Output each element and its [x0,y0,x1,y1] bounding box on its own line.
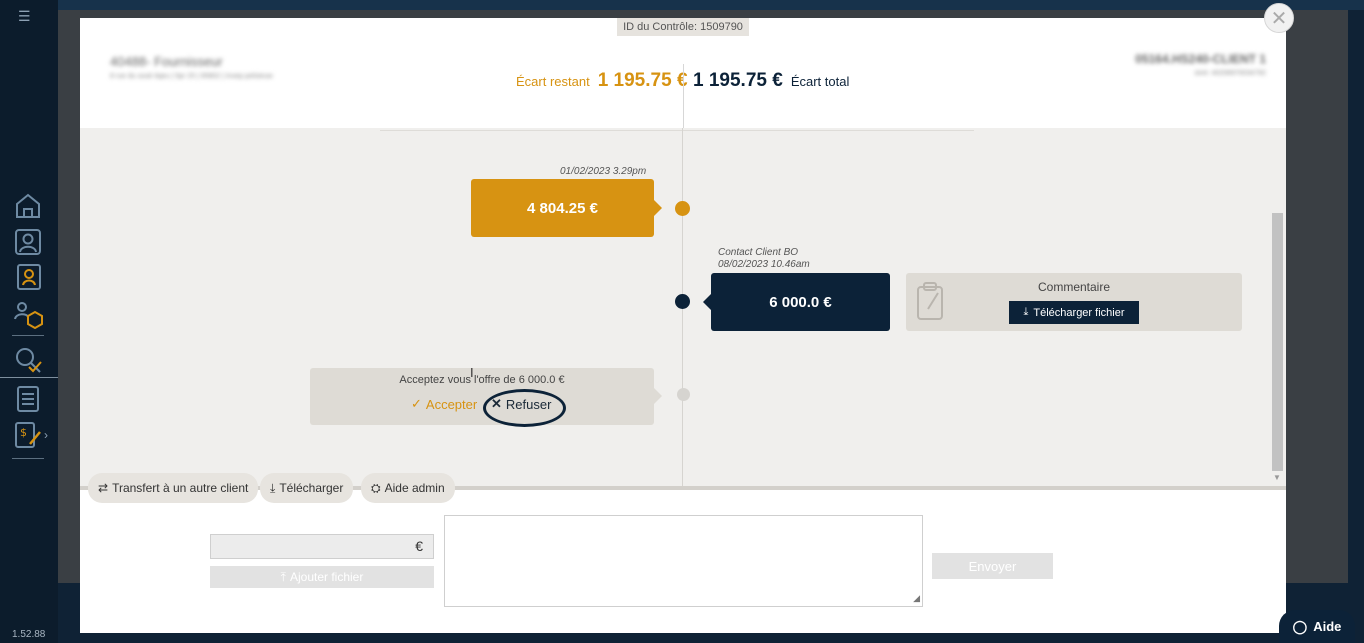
client-siret: siret: 40208970034792 [1194,70,1266,77]
negotiation-timeline[interactable]: 01/02/2023 3.29pm 4 804.25 € Contact Cli… [80,128,1286,488]
transfer-client-button[interactable]: ⇄ Transfert à un autre client [88,473,259,503]
ecart-restant: Écart restant 1 195.75 € [516,70,688,92]
comment-title: Commentaire [1037,280,1111,294]
highlight-ring [483,389,566,427]
close-modal-button[interactable]: ✕ [1264,3,1294,33]
handshake-icon: ⛭ [371,480,381,495]
close-icon: ✕ [1270,7,1288,30]
ecart-restant-label: Écart restant [516,74,590,89]
ecart-total: 1 195.75 € Écart total [693,70,849,92]
scroll-down-arrow[interactable]: ▼ [1273,473,1281,482]
supplier-address: 8 rue du souk tiqeu | 5pr 25 | 95802 | I… [110,73,273,80]
timeline-dot-client [675,294,690,309]
timeline-top-rule [380,130,974,131]
contacts-icon[interactable] [13,262,43,292]
client-name: 05164.HS240-CLIENT 1 [1135,52,1266,66]
control-modal: ID du Contrôle: 1509790 40488- Fournisse… [80,18,1286,633]
entry2-timestamp: 08/02/2023 10.46am [718,259,810,270]
ecart-restant-value: 1 195.75 € [597,70,688,91]
app-version: 1.52.88 [12,629,46,640]
accept-label: Accepter [425,396,478,412]
supplier-info: 40488- Fournisseur 8 rue du souk tiqeu |… [110,54,273,80]
page-header-strip [58,0,1364,10]
offer-response-card: Acceptez vous l'offre de 6 000.0 € ✓ Acc… [310,368,662,425]
currency-symbol: € [415,538,423,554]
search-check-icon[interactable] [13,345,43,375]
client-info: 05164.HS240-CLIENT 1 siret: 402089700347… [1135,52,1266,77]
download-label: Télécharger [279,481,344,495]
client-offer-amount: 6 000.0 € [769,293,832,311]
svg-text:$: $ [20,426,27,439]
scrollbar-thumb[interactable] [1272,213,1283,471]
download-file-button[interactable]: ⤓ Télécharger fichier [1009,301,1139,324]
accept-button[interactable]: ✓ Accepter [411,396,477,412]
left-sidebar: ☰ $ › 1.52.88 [0,0,58,643]
chevron-right-icon[interactable]: › [44,428,48,442]
offer-question: Acceptez vous l'offre de 6 000.0 € [399,374,565,386]
list-icon[interactable] [13,384,43,414]
text-cursor-icon: I [470,365,474,380]
user-icon[interactable] [13,227,43,257]
upload-icon: ⤒ [280,569,286,584]
supplier-offer-amount: 4 804.25 € [527,199,598,217]
ecart-total-label: Écart total [790,74,850,89]
nav-divider [12,335,44,336]
client-offer-bubble: 6 000.0 € [703,273,890,331]
timeline-dot-supplier [675,201,690,216]
resize-handle-icon[interactable]: ◢ [913,593,920,604]
ecart-total-value: 1 195.75 € [693,70,783,91]
admin-help-button[interactable]: ⛭ Aide admin [361,473,455,503]
header-separator [683,64,684,128]
transfer-label: Transfert à un autre client [112,481,249,495]
message-textarea[interactable]: ◢ [444,515,923,607]
supplier-offer-bubble: 4 804.25 € [471,179,662,237]
help-label: Aide [1313,619,1342,634]
amount-input[interactable]: € [210,534,434,559]
comment-card: Commentaire ⤓ Télécharger fichier [906,273,1242,331]
check-icon: ✓ [411,396,422,411]
entry1-timestamp: 01/02/2023 3.29pm [560,166,647,177]
download-icon: ⤓ [1023,306,1029,318]
timeline-dot-pending [677,388,690,401]
entry2-author: Contact Client BO [718,247,799,258]
download-icon: ⤓ [270,480,276,495]
home-icon[interactable] [13,191,43,221]
control-id-badge: ID du Contrôle: 1509790 [617,18,749,36]
download-button[interactable]: ⤓ Télécharger [260,473,354,503]
supplier-box-icon[interactable] [13,299,43,330]
add-file-button[interactable]: ⤒ Ajouter fichier [210,566,434,588]
entry2-meta: Contact Client BO 08/02/2023 10.46am [718,247,810,271]
send-button[interactable]: Envoyer [932,553,1053,579]
nav-divider [12,458,44,459]
invoice-edit-icon[interactable]: $ [13,420,43,450]
transfer-icon: ⇄ [98,481,109,495]
menu-icon[interactable]: ☰ [18,8,31,25]
send-label: Envoyer [968,558,1017,574]
supplier-name: 40488- Fournisseur [110,54,223,69]
add-file-label: Ajouter fichier [289,570,364,584]
nav-divider [0,377,58,378]
download-file-label: Télécharger fichier [1033,306,1125,319]
admin-help-label: Aide admin [384,481,445,495]
help-button[interactable]: ◯ Aide [1279,610,1355,643]
chat-bubble-icon: ◯ [1292,618,1308,634]
